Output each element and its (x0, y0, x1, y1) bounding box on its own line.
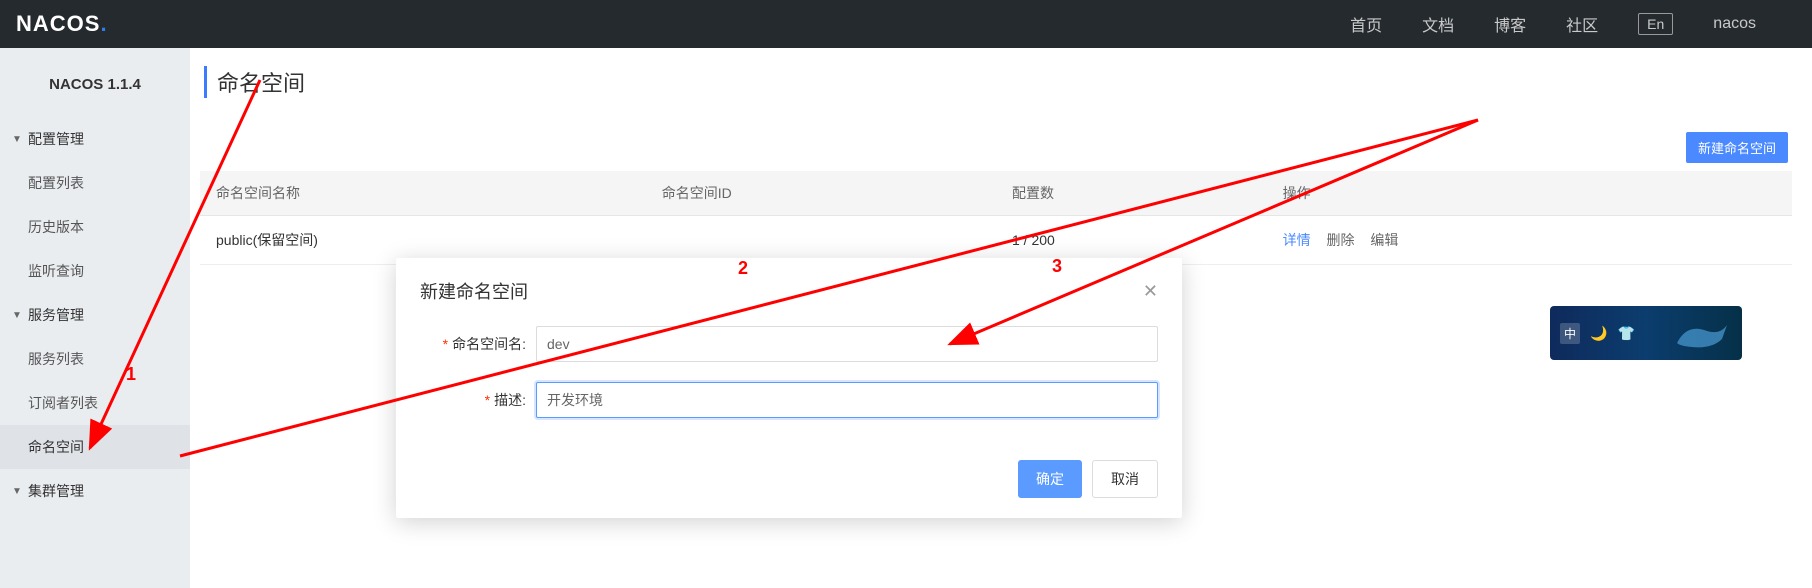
action-edit[interactable]: 编辑 (1370, 232, 1398, 248)
sidebar-group-cluster[interactable]: ▼ 集群管理 (0, 469, 190, 513)
sidebar-item-listen[interactable]: 监听查询 (0, 249, 190, 293)
action-detail[interactable]: 详情 (1283, 232, 1311, 248)
form-row-desc: *描述: (420, 382, 1158, 418)
sidebar: NACOS 1.1.4 ▼ 配置管理 配置列表 历史版本 监听查询 ▼ 服务管理… (0, 48, 190, 588)
logo-dot: . (100, 11, 107, 36)
caret-down-icon: ▼ (10, 134, 24, 145)
nav-docs[interactable]: 文档 (1422, 12, 1454, 36)
close-icon[interactable]: ✕ (1143, 281, 1158, 302)
sidebar-group-label: 服务管理 (28, 305, 84, 325)
nav-home[interactable]: 首页 (1350, 12, 1382, 36)
modal-body: *命名空间名: *描述: (396, 320, 1182, 446)
label-namespace-name: *命名空间名: (420, 334, 536, 354)
moon-icon: 🌙 (1590, 325, 1607, 342)
caret-down-icon: ▼ (10, 310, 24, 321)
logo-text: NACOS (16, 11, 100, 36)
sidebar-version: NACOS 1.1.4 (0, 48, 190, 117)
modal-header: 新建命名空间 ✕ (396, 258, 1182, 320)
navbar-links: 首页 文档 博客 社区 En nacos (1350, 12, 1756, 36)
table-header-row: 命名空间名称 命名空间ID 配置数 操作 (200, 171, 1792, 216)
logo[interactable]: NACOS. (16, 11, 108, 37)
namespace-table: 命名空间名称 命名空间ID 配置数 操作 public(保留空间) 1 / 20… (200, 171, 1792, 265)
label-description: *描述: (420, 390, 536, 410)
nav-blog[interactable]: 博客 (1494, 12, 1526, 36)
sidebar-group-config[interactable]: ▼ 配置管理 (0, 117, 190, 161)
caret-down-icon: ▼ (10, 486, 24, 497)
th-name: 命名空间名称 (200, 171, 646, 216)
form-row-name: *命名空间名: (420, 326, 1158, 362)
navbar: NACOS. 首页 文档 博客 社区 En nacos (0, 0, 1812, 48)
namespace-name-input[interactable] (536, 326, 1158, 362)
new-namespace-modal: 新建命名空间 ✕ *命名空间名: *描述: 确定 取消 (396, 258, 1182, 518)
action-row: 新建命名空间 (200, 132, 1792, 163)
promo-glyph: 中 (1560, 323, 1580, 344)
whale-icon (1672, 313, 1732, 353)
shirt-icon: 👕 (1617, 325, 1634, 342)
sidebar-item-service-list[interactable]: 服务列表 (0, 337, 190, 381)
sidebar-item-config-list[interactable]: 配置列表 (0, 161, 190, 205)
sidebar-group-label: 配置管理 (28, 129, 84, 149)
td-actions: 详情 删除 编辑 (1267, 216, 1792, 265)
sidebar-item-subscriber-list[interactable]: 订阅者列表 (0, 381, 190, 425)
action-delete[interactable]: 删除 (1327, 232, 1355, 248)
ok-button[interactable]: 确定 (1018, 460, 1082, 498)
nav-user[interactable]: nacos (1713, 15, 1756, 33)
th-id: 命名空间ID (646, 171, 996, 216)
sidebar-group-label: 集群管理 (28, 481, 84, 501)
th-count: 配置数 (996, 171, 1267, 216)
new-namespace-button[interactable]: 新建命名空间 (1686, 132, 1788, 163)
cancel-button[interactable]: 取消 (1092, 460, 1158, 498)
sidebar-group-service[interactable]: ▼ 服务管理 (0, 293, 190, 337)
sidebar-item-history[interactable]: 历史版本 (0, 205, 190, 249)
nav-community[interactable]: 社区 (1566, 12, 1598, 36)
modal-footer: 确定 取消 (396, 446, 1182, 518)
nav-lang[interactable]: En (1638, 13, 1673, 35)
modal-title: 新建命名空间 (420, 278, 528, 304)
promo-banner[interactable]: 中 🌙 👕 (1550, 306, 1742, 360)
sidebar-item-namespace[interactable]: 命名空间 (0, 425, 190, 469)
th-actions: 操作 (1267, 171, 1792, 216)
description-input[interactable] (536, 382, 1158, 418)
page-title: 命名空间 (204, 66, 1792, 98)
